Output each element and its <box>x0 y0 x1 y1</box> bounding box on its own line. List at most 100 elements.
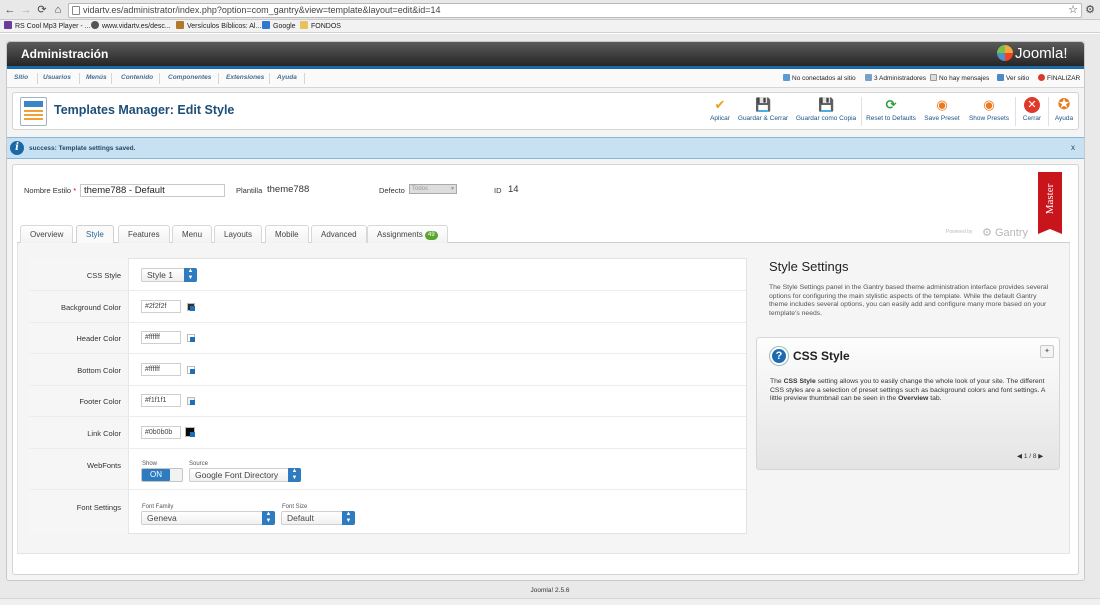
menu-extensiones[interactable]: Extensiones <box>226 74 264 81</box>
id-label: ID <box>494 186 502 195</box>
tab-layouts[interactable]: Layouts <box>214 225 263 244</box>
footer-color-label: Footer Color <box>79 397 121 406</box>
reload-icon[interactable]: ⟳ <box>36 4 48 16</box>
font-source-select[interactable]: Google Font Directory ▲ ▼ <box>189 468 301 482</box>
prev-arrow-icon[interactable]: ◀ <box>1017 453 1022 460</box>
help-text-part: tab. <box>928 395 942 403</box>
bookmark-icon <box>91 21 99 29</box>
admin-menubar: Sitio Usuarios Menús Contenido Component… <box>7 69 1084 88</box>
font-size-select[interactable]: Default ▲ ▼ <box>281 511 355 525</box>
forward-icon[interactable]: → <box>20 4 32 16</box>
tab-mobile[interactable]: Mobile <box>265 225 309 244</box>
background-color-swatch[interactable] <box>187 303 195 311</box>
link-color-input[interactable]: #0b0b0b <box>141 426 181 439</box>
footer-color-swatch[interactable] <box>187 397 195 405</box>
show-label: Show <box>142 461 158 467</box>
refresh-icon: ⟳ <box>885 97 897 112</box>
font-settings-label: Font Settings <box>76 503 121 512</box>
css-style-select[interactable]: Style 1 ▲ ▼ <box>141 268 197 282</box>
default-select[interactable]: Todos ▼ <box>409 184 457 194</box>
horizontal-scrollbar[interactable] <box>0 598 1100 605</box>
style-name-input[interactable]: theme788 - Default <box>80 184 225 197</box>
bottom-color-swatch[interactable] <box>187 366 195 374</box>
footer-version: Joomla! 2.5.6 <box>530 587 570 594</box>
style-settings-description: The Style Settings panel in the Gantry b… <box>769 284 1049 318</box>
google-icon <box>262 21 270 29</box>
show-presets-button[interactable]: ◉ Show Presets <box>967 97 1011 127</box>
input-value: theme788 - Default <box>84 185 165 196</box>
tab-style[interactable]: Style <box>76 225 114 245</box>
toolbar: Templates Manager: Edit Style ✔ Aplicar 💾… <box>12 92 1079 130</box>
save-preset-button[interactable]: ◉ Save Preset <box>923 97 961 127</box>
close-button[interactable]: ✕ Cerrar <box>1020 97 1044 127</box>
save-copy-button[interactable]: 💾 Guardar como Copia <box>795 97 857 127</box>
row-divider <box>29 385 746 386</box>
home-icon[interactable]: ⌂ <box>52 4 64 16</box>
input-value: #ffffff <box>145 366 160 373</box>
bookmark-item[interactable]: Google <box>262 21 296 32</box>
bookmark-item[interactable]: FONDOS <box>300 21 341 32</box>
logout-link[interactable]: FINALIZAR <box>1038 74 1080 82</box>
bookmark-item[interactable]: Versículos Bíblicos: Al... <box>176 21 261 32</box>
tab-overview[interactable]: Overview <box>20 225 74 244</box>
save-close-button[interactable]: 💾 Guardar & Cerrar <box>737 97 789 127</box>
wrench-icon[interactable]: ⚙ <box>1084 4 1096 16</box>
default-label: Defecto <box>379 186 405 195</box>
font-size-label: Font Size <box>282 504 308 510</box>
page-icon <box>72 6 80 15</box>
tab-assignments[interactable]: Assignments 49 <box>367 225 448 244</box>
apply-button[interactable]: ✔ Aplicar <box>706 97 734 127</box>
tab-advanced[interactable]: Advanced <box>311 225 367 244</box>
address-bar[interactable]: vidartv.es/administrator/index.php?optio… <box>68 3 1082 18</box>
header-color-input[interactable]: #ffffff <box>141 331 181 344</box>
master-text: Master <box>1044 183 1056 215</box>
font-family-select[interactable]: Geneva ▲ ▼ <box>141 511 275 525</box>
select-value: Style 1 <box>147 270 173 280</box>
tab-features[interactable]: Features <box>118 225 170 244</box>
bottom-color-input[interactable]: #ffffff <box>141 363 181 376</box>
folder-icon <box>300 21 308 29</box>
monitor-icon <box>997 74 1004 81</box>
menu-contenido[interactable]: Contenido <box>121 74 153 81</box>
footer-color-input[interactable]: #f1f1f1 <box>141 394 181 407</box>
link-color-swatch[interactable] <box>185 427 195 437</box>
input-value: #f1f1f1 <box>145 397 167 404</box>
help-button[interactable]: ✪ Ayuda <box>1052 97 1076 127</box>
bookmark-item[interactable]: RS Cool Mp3 Player - ... <box>4 21 90 32</box>
message-text: success: Template settings saved. <box>29 145 136 152</box>
webfonts-toggle[interactable]: ON <box>141 468 183 482</box>
input-value: #0b0b0b <box>145 429 173 436</box>
row-divider <box>29 489 746 490</box>
gear-icon: ⚙ <box>982 227 992 239</box>
menu-componentes[interactable]: Componentes <box>168 74 211 81</box>
reset-defaults-button[interactable]: ⟳ Reset to Defaults <box>866 97 916 127</box>
pin-icon[interactable]: ✦ <box>1040 345 1054 358</box>
select-value: Todos <box>412 186 429 192</box>
toolbar-divider <box>1048 97 1049 126</box>
back-icon[interactable]: ← <box>4 4 16 16</box>
background-color-input[interactable]: #2f2f2f <box>141 300 181 313</box>
bookmark-item[interactable]: www.vidartv.es/desc... <box>91 21 171 32</box>
powered-by-text: Powered by <box>946 229 973 235</box>
help-pager: ◀ 1 / 8 ▶ <box>1017 452 1043 460</box>
template-value: theme788 <box>267 184 310 195</box>
button-label: Save Preset <box>924 115 960 122</box>
button-label: Guardar como Copia <box>795 115 857 122</box>
status-messages[interactable]: No hay mensajes <box>930 74 989 82</box>
next-arrow-icon[interactable]: ▶ <box>1038 453 1043 460</box>
message-close-button[interactable]: x <box>1071 143 1075 152</box>
star-icon[interactable]: ☆ <box>1067 4 1079 16</box>
menu-divider <box>159 73 160 84</box>
admins-icon <box>865 74 872 81</box>
menu-sitio[interactable]: Sitio <box>14 74 28 81</box>
menu-ayuda[interactable]: Ayuda <box>277 74 297 81</box>
view-site-link[interactable]: Ver sitio <box>997 74 1029 82</box>
question-icon: ? <box>770 347 788 365</box>
menu-divider <box>79 73 80 84</box>
row-divider <box>29 416 746 417</box>
css-style-label: CSS Style <box>86 271 121 280</box>
menu-usuarios[interactable]: Usuarios <box>43 74 71 81</box>
tab-menu[interactable]: Menu <box>172 225 213 244</box>
header-color-swatch[interactable] <box>187 334 195 342</box>
menu-menus[interactable]: Menús <box>86 74 107 81</box>
